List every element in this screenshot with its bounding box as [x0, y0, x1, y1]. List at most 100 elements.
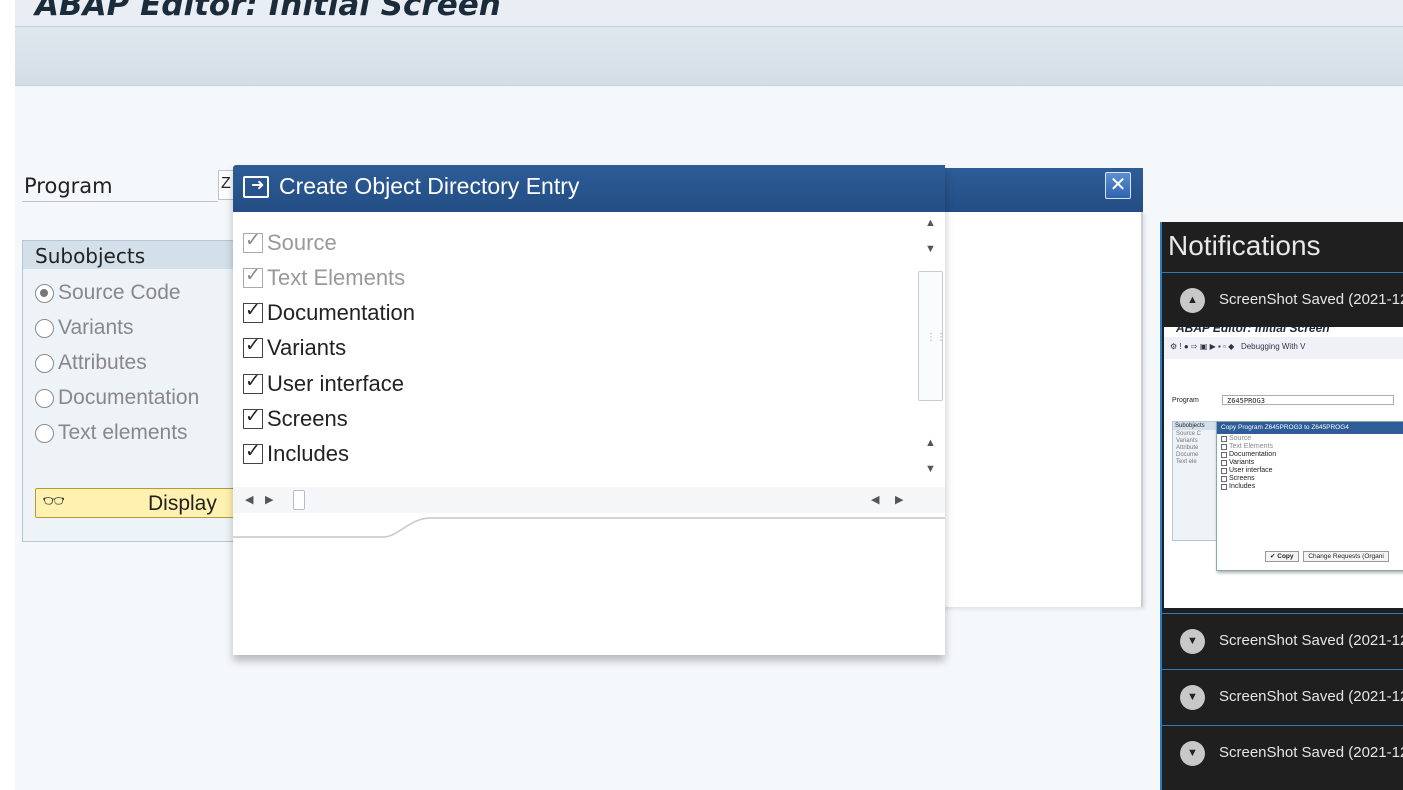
notification-item[interactable]: ▼ ScreenShot Saved (2021-12	[1162, 613, 1403, 669]
dialog-body-extension	[940, 212, 1143, 607]
thumbnail-checkbox: Text Elements	[1221, 443, 1403, 450]
thumbnail-change-requests-button: Change Requests (Organi	[1303, 551, 1389, 562]
radio-label: Variants	[58, 316, 134, 339]
window-edge	[0, 0, 15, 790]
notifications-title: Notifications	[1168, 230, 1321, 261]
toolbar-icons: ⚙ ! ● ⇨ ▣ ▶ ▪ ▫ ◆	[1170, 342, 1239, 351]
thumbnail-copy-button: ✔ Copy	[1265, 551, 1299, 562]
display-button-label: Display	[148, 492, 217, 515]
thumbnail-checkbox: Documentation	[1221, 451, 1403, 458]
radio-button[interactable]	[35, 353, 54, 373]
thumbnail-checkbox: Variants	[1221, 459, 1403, 466]
radio-button-selected[interactable]	[35, 283, 54, 303]
subobjects-group: Subobjects Source Code Variants Attribut…	[22, 240, 250, 542]
thumbnail-checkbox: Includes	[1221, 483, 1403, 490]
radio-label: Text elements	[58, 421, 188, 444]
thumbnail-toolbar: ⚙ ! ● ⇨ ▣ ▶ ▪ ▫ ◆ Debugging With V	[1164, 337, 1403, 359]
program-label-underline	[22, 201, 218, 202]
checkbox-user-interface[interactable]: User interface	[243, 370, 404, 397]
screenshot-thumbnail[interactable]: ABAP Editor: Initial Screen ⚙ ! ● ⇨ ▣ ▶ …	[1164, 327, 1403, 608]
glasses-icon: 👓︎	[42, 491, 65, 511]
chevron-up-icon[interactable]: ▲	[1180, 288, 1205, 313]
notifications-panel: Notifications ▲ ScreenShot Saved (2021-1…	[1160, 222, 1403, 790]
scrollbar-thumb[interactable]: ⋮⋮	[919, 272, 946, 400]
window-enter-icon	[243, 175, 269, 198]
radio-documentation[interactable]: Documentation	[35, 386, 199, 410]
checkbox-text-elements: Text Elements	[243, 264, 406, 291]
close-icon: ✕	[1109, 174, 1127, 196]
radio-source-code[interactable]: Source Code	[35, 281, 181, 305]
chevron-down-icon[interactable]: ▼	[1180, 685, 1205, 710]
horizontal-scrollbar[interactable]: ◀ ▶ ◀ ▶	[233, 487, 945, 513]
checkbox-checked[interactable]	[243, 334, 263, 358]
notification-text: ScreenShot Saved (2021-12	[1219, 744, 1403, 761]
scroll-up-icon[interactable]: ▲	[925, 437, 936, 449]
dialog-titlebar: Create Object Directory Entry	[233, 165, 945, 212]
dialog-title: Create Object Directory Entry	[279, 173, 580, 199]
scroll-right-icon[interactable]: ▶	[895, 493, 903, 506]
radio-attributes[interactable]: Attributes	[35, 351, 147, 375]
scroll-left-icon[interactable]: ◀	[245, 493, 253, 506]
checkbox-label: Screens	[267, 406, 348, 431]
vertical-scrollbar[interactable]: ▲ ▼ ⋮⋮ ▲ ▼	[918, 215, 946, 485]
checkbox-label: User interface	[267, 371, 404, 396]
checkbox-screens[interactable]: Screens	[243, 405, 348, 432]
checkbox-label: Includes	[267, 441, 349, 466]
dialog-lower-area	[233, 515, 945, 655]
thumbnail-buttons: ✔ Copy Change Requests (Organi	[1265, 551, 1392, 562]
checkbox-variants[interactable]: Variants	[243, 334, 347, 361]
thumbnail-program-value: Z645PROG3	[1222, 395, 1394, 405]
scroll-down-icon[interactable]: ▼	[925, 243, 936, 255]
checkbox-label: Documentation	[267, 300, 415, 325]
radio-button[interactable]	[35, 388, 54, 408]
create-object-directory-entry-dialog: Create Object Directory Entry Source Tex…	[233, 165, 946, 655]
thumbnail-toolbar-text: Debugging With V	[1240, 342, 1306, 351]
scroll-left-icon[interactable]: ◀	[871, 493, 879, 506]
notification-text: ScreenShot Saved (2021-12	[1219, 291, 1403, 308]
notification-item[interactable]: ▼ ScreenShot Saved (2021-12	[1162, 669, 1403, 725]
checkbox-label: Variants	[267, 335, 347, 360]
radio-button[interactable]	[35, 423, 54, 443]
program-label: Program	[24, 174, 113, 198]
display-button[interactable]: 👓︎ Display	[35, 488, 250, 518]
checkbox-checked-disabled	[243, 229, 263, 253]
checkbox-label: Source	[267, 230, 337, 255]
subobjects-header: Subobjects	[23, 241, 241, 269]
radio-label: Source Code	[58, 281, 181, 304]
close-button[interactable]: ✕	[1105, 172, 1131, 199]
thumbnail-checkbox: Source	[1221, 435, 1403, 442]
checkbox-checked[interactable]	[243, 405, 263, 429]
chevron-down-icon[interactable]: ▼	[1180, 629, 1205, 654]
notification-text: ScreenShot Saved (2021-12	[1219, 688, 1403, 705]
scroll-up-icon[interactable]: ▲	[925, 217, 936, 229]
notification-item[interactable]: ▲ ScreenShot Saved (2021-12 ABAP Editor:…	[1162, 272, 1403, 612]
radio-text-elements[interactable]: Text elements	[35, 421, 188, 445]
screen-title: ABAP Editor: Initial Screen	[35, 0, 501, 23]
checkbox-label: Text Elements	[267, 265, 406, 290]
radio-variants[interactable]: Variants	[35, 316, 133, 340]
chevron-down-icon[interactable]: ▼	[1180, 741, 1205, 766]
scroll-right-icon[interactable]: ▶	[265, 493, 273, 506]
scrollbar-thumb[interactable]	[293, 490, 305, 510]
checkbox-source: Source	[243, 229, 337, 256]
checkbox-checked[interactable]	[243, 299, 263, 323]
checkbox-checked[interactable]	[243, 370, 263, 394]
checkbox-checked[interactable]	[243, 440, 263, 464]
screen-title-bar: ABAP Editor: Initial Screen	[15, 0, 1403, 26]
thumbnail-program-label: Program	[1172, 397, 1199, 404]
thumbnail-checkbox: Screens	[1221, 475, 1403, 482]
checkbox-checked-disabled	[243, 264, 263, 288]
checkbox-includes[interactable]: Includes	[243, 440, 349, 467]
application-toolbar	[15, 26, 1403, 86]
radio-button[interactable]	[35, 318, 54, 338]
scrollbar-track[interactable]: ⋮⋮	[918, 271, 946, 401]
radio-label: Documentation	[58, 386, 200, 409]
tab-divider-line	[233, 517, 945, 538]
scroll-down-icon[interactable]: ▼	[925, 463, 936, 475]
thumbnail-title: ABAP Editor: Initial Screen	[1176, 327, 1330, 335]
thumbnail-copy-dialog: Copy Program Z645PROG3 to Z645PROG4 Sour…	[1216, 421, 1403, 571]
notification-item[interactable]: ▼ ScreenShot Saved (2021-12	[1162, 725, 1403, 781]
thumbnail-checkbox: User interface	[1221, 467, 1403, 474]
checkbox-documentation[interactable]: Documentation	[243, 299, 415, 326]
radio-label: Attributes	[58, 351, 147, 374]
